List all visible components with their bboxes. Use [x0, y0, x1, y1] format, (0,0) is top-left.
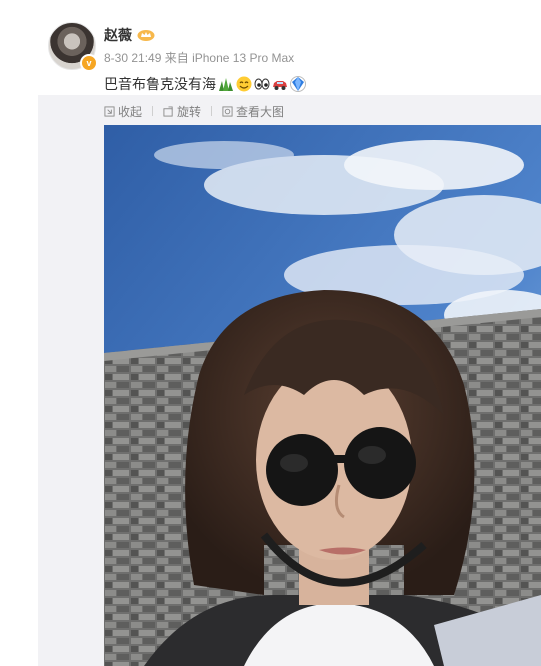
crown-icon[interactable] [137, 29, 155, 41]
collapse-icon [104, 105, 115, 117]
grass-emoji-icon [219, 78, 233, 91]
rotate-label: 旋转 [177, 104, 202, 119]
divider [211, 106, 213, 116]
post-content: 巴音布鲁克没有海 [104, 74, 306, 94]
post-source: 来自 iPhone 13 Pro Max [164, 51, 295, 65]
car-emoji-icon [273, 81, 287, 90]
post-photo[interactable] [104, 125, 541, 666]
username-link[interactable]: 赵薇 [104, 25, 132, 45]
collapse-label: 收起 [118, 104, 143, 119]
post-timestamp[interactable]: 8-30 21:49 [104, 51, 161, 65]
collapse-button[interactable]: 收起 [104, 103, 142, 120]
post-meta: 8-30 21:49 来自 iPhone 13 Pro Max [104, 49, 294, 66]
sapphire-emoji-icon [290, 76, 306, 92]
post-text: 巴音布鲁克没有海 [104, 76, 216, 92]
rotate-icon [163, 105, 173, 117]
eyes-emoji-icon [254, 78, 270, 90]
grin-emoji-icon [236, 76, 252, 92]
view-large-label: 查看大图 [236, 104, 285, 119]
divider [152, 106, 154, 116]
selfie-photo-image [104, 125, 541, 666]
rotate-button[interactable]: 旋转 [163, 103, 201, 120]
verified-badge-icon: v [80, 54, 98, 72]
view-large-button[interactable]: 查看大图 [222, 103, 284, 120]
author-row: 赵薇 [104, 25, 155, 45]
user-avatar[interactable]: v [48, 22, 98, 72]
view-large-icon [222, 105, 233, 117]
image-toolbar: 收起 旋转 查看大图 [104, 102, 284, 120]
